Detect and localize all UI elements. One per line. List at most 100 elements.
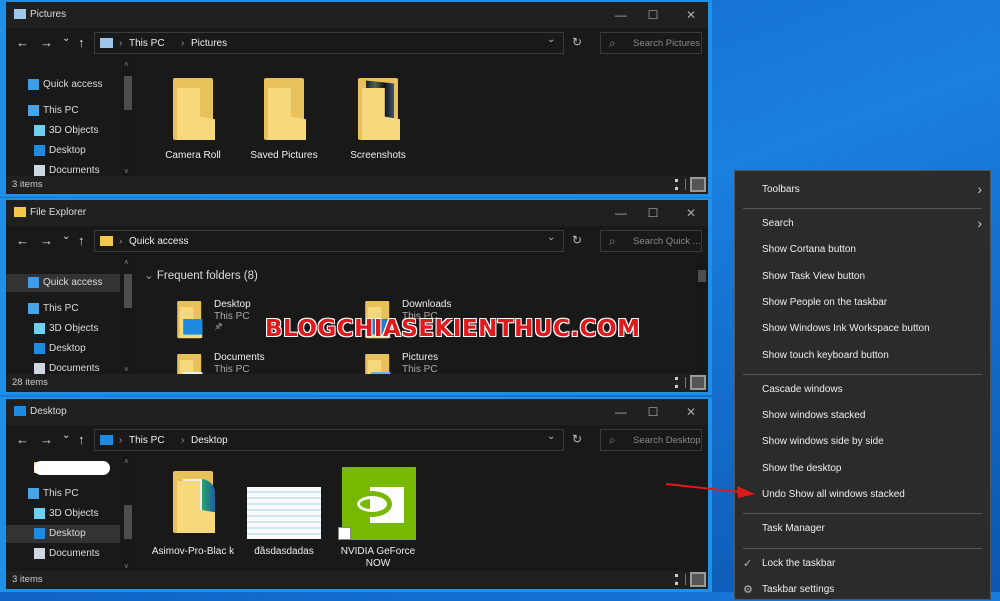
- scroll-up-icon[interactable]: ˄: [124, 60, 129, 69]
- nav-scrollbar[interactable]: ˄ ˅: [122, 258, 134, 374]
- title-bar[interactable]: Pictures — ☐ ✕: [6, 2, 708, 28]
- scroll-down-icon[interactable]: ˅: [124, 562, 129, 571]
- nav-item[interactable]: Documents: [6, 545, 120, 563]
- nav-item[interactable]: This PC: [6, 102, 120, 120]
- frequent-folder-name[interactable]: Documents: [214, 352, 265, 363]
- menu-item[interactable]: Show touch keyboard button: [735, 345, 990, 367]
- item-label[interactable]: NVIDIA GeForce NOW: [333, 546, 423, 570]
- close-icon[interactable]: ✕: [676, 6, 706, 24]
- item-label[interactable]: Screenshots: [333, 150, 423, 162]
- nav-item[interactable]: Desktop: [6, 525, 120, 543]
- menu-item[interactable]: Show Task View button: [735, 266, 990, 288]
- section-header[interactable]: ⌄ Frequent folders (8): [144, 268, 258, 282]
- scroll-up-icon[interactable]: ˄: [124, 258, 129, 267]
- item-label[interactable]: Camera Roll: [148, 150, 238, 162]
- scrollbar-thumb[interactable]: [124, 274, 132, 308]
- up-arrow-icon[interactable]: ↑: [78, 432, 85, 447]
- minimize-icon[interactable]: —: [606, 6, 636, 24]
- item-label[interactable]: Asimov-Pro-Blac k: [148, 546, 238, 558]
- close-icon[interactable]: ✕: [676, 403, 706, 421]
- scrollbar-thumb[interactable]: [698, 270, 706, 282]
- content-scrollbar[interactable]: [696, 258, 708, 374]
- forward-arrow-icon[interactable]: →: [40, 233, 53, 248]
- menu-item[interactable]: Lock the taskbar ✓: [735, 553, 990, 575]
- search-input[interactable]: ⌕ Search Pictures: [600, 32, 702, 54]
- folder-icon[interactable]: [356, 78, 400, 142]
- refresh-icon[interactable]: ↻: [572, 233, 582, 247]
- large-icons-view-button[interactable]: [690, 375, 706, 390]
- details-view-button[interactable]: [675, 377, 686, 388]
- folder-icon[interactable]: [262, 78, 306, 142]
- back-arrow-icon[interactable]: ←: [16, 432, 29, 447]
- menu-item[interactable]: Show windows stacked: [735, 405, 990, 427]
- scroll-down-icon[interactable]: ˅: [124, 167, 129, 176]
- title-bar[interactable]: File Explorer — ☐ ✕: [6, 200, 708, 226]
- breadcrumb-item[interactable]: This PC: [129, 38, 165, 49]
- nav-item[interactable]: 3D Objects: [6, 320, 120, 338]
- menu-item[interactable]: Cascade windows: [735, 379, 990, 401]
- scroll-down-icon[interactable]: ˅: [124, 365, 129, 374]
- nav-item[interactable]: 3D Objects: [6, 505, 120, 523]
- recent-dropdown-icon[interactable]: ⌄: [62, 231, 70, 242]
- refresh-icon[interactable]: ↻: [572, 35, 582, 49]
- item-label[interactable]: đâsdasdadas: [239, 546, 329, 558]
- menu-item[interactable]: Show windows side by side: [735, 431, 990, 453]
- menu-item[interactable]: Show the desktop: [735, 458, 990, 480]
- large-icons-view-button[interactable]: [690, 177, 706, 192]
- breadcrumb-item[interactable]: Quick access: [129, 236, 188, 247]
- details-view-button[interactable]: [675, 574, 686, 585]
- scrollbar-thumb[interactable]: [124, 76, 132, 110]
- large-icons-view-button[interactable]: [690, 572, 706, 587]
- nvidia-app-icon[interactable]: [342, 467, 416, 540]
- scroll-up-icon[interactable]: ˄: [124, 457, 129, 466]
- item-label[interactable]: Saved Pictures: [239, 150, 329, 162]
- forward-arrow-icon[interactable]: →: [40, 432, 53, 447]
- frequent-folder-name[interactable]: Downloads: [402, 299, 451, 310]
- scrollbar-thumb[interactable]: [124, 505, 132, 539]
- menu-item[interactable]: Task Manager: [735, 518, 990, 540]
- close-icon[interactable]: ✕: [676, 204, 706, 222]
- address-bar[interactable]: › This PC › Pictures ⌄: [94, 32, 564, 54]
- nav-item[interactable]: Quick access: [6, 274, 120, 292]
- nav-item[interactable]: This PC: [6, 485, 120, 503]
- menu-item[interactable]: Show Windows Ink Workspace button: [735, 318, 990, 340]
- nav-item[interactable]: [6, 459, 120, 477]
- folder-icon[interactable]: [176, 301, 203, 339]
- address-bar[interactable]: › This PC › Desktop ⌄: [94, 429, 564, 451]
- image-thumbnail[interactable]: [247, 487, 321, 539]
- folder-icon[interactable]: [171, 471, 215, 535]
- back-arrow-icon[interactable]: ←: [16, 35, 29, 50]
- up-arrow-icon[interactable]: ↑: [78, 233, 85, 248]
- breadcrumb-item[interactable]: This PC: [129, 435, 165, 446]
- maximize-icon[interactable]: ☐: [638, 204, 668, 222]
- nav-item[interactable]: Desktop: [6, 142, 120, 160]
- up-arrow-icon[interactable]: ↑: [78, 35, 85, 50]
- frequent-folder-name[interactable]: Pictures: [402, 352, 438, 363]
- address-dropdown-icon[interactable]: ⌄: [547, 431, 555, 442]
- details-view-button[interactable]: [675, 179, 686, 190]
- nav-item[interactable]: Desktop: [6, 340, 120, 358]
- nav-item[interactable]: Quick access: [6, 76, 120, 94]
- menu-item[interactable]: Show Cortana button: [735, 239, 990, 261]
- address-dropdown-icon[interactable]: ⌄: [547, 34, 555, 45]
- search-input[interactable]: ⌕ Search Desktop: [600, 429, 702, 451]
- search-input[interactable]: ⌕ Search Quick ...: [600, 230, 702, 252]
- folder-icon[interactable]: [171, 78, 215, 142]
- title-bar[interactable]: Desktop — ☐ ✕: [6, 399, 708, 425]
- menu-item[interactable]: Search ›: [735, 213, 990, 235]
- menu-item[interactable]: Show People on the taskbar: [735, 292, 990, 314]
- back-arrow-icon[interactable]: ←: [16, 233, 29, 248]
- breadcrumb-item[interactable]: Desktop: [191, 435, 228, 446]
- nav-scrollbar[interactable]: ˄ ˅: [122, 60, 134, 176]
- frequent-folder-name[interactable]: Desktop: [214, 299, 251, 310]
- recent-dropdown-icon[interactable]: ⌄: [62, 430, 70, 441]
- minimize-icon[interactable]: —: [606, 204, 636, 222]
- address-dropdown-icon[interactable]: ⌄: [547, 232, 555, 243]
- menu-item[interactable]: Undo Show all windows stacked: [735, 484, 990, 506]
- nav-item[interactable]: This PC: [6, 300, 120, 318]
- minimize-icon[interactable]: —: [606, 403, 636, 421]
- breadcrumb-item[interactable]: Pictures: [191, 38, 227, 49]
- refresh-icon[interactable]: ↻: [572, 432, 582, 446]
- address-bar[interactable]: › Quick access ⌄: [94, 230, 564, 252]
- nav-item[interactable]: 3D Objects: [6, 122, 120, 140]
